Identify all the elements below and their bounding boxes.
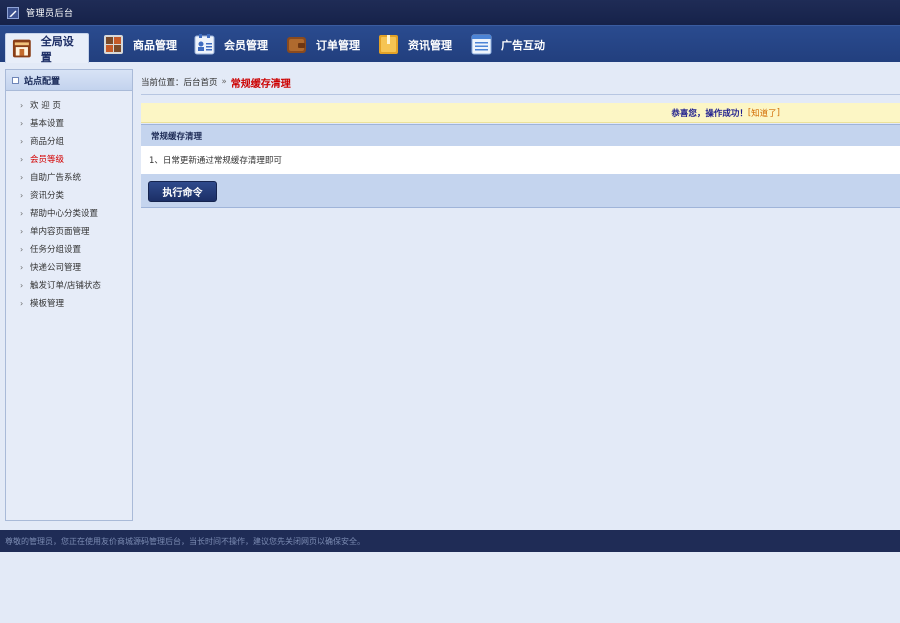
ad-list-icon xyxy=(471,34,492,55)
breadcrumb: 当前位置： 后台首页 » 常规缓存清理 xyxy=(141,74,291,90)
sidebar-item-label: 自助广告系统 xyxy=(30,173,82,183)
sidebar: 站点配置 › 欢 迎 页 › 基本设置 › 商品分组 › 会员等级 › 自助广告系统 › 资… xyxy=(5,69,133,521)
chevron-right-icon: › xyxy=(20,281,24,290)
panel-footer: 执行命令 xyxy=(141,174,900,208)
success-notice: 恭喜您，操作成功！ [ 知道了 ] xyxy=(141,103,900,123)
notice-bracket-close: ] xyxy=(776,107,780,118)
chevron-right-icon: › xyxy=(20,173,24,182)
divider xyxy=(141,94,900,95)
sidebar-item-help-categories[interactable]: › 帮助中心分类设置 xyxy=(6,205,132,223)
chevron-right-icon: › xyxy=(20,245,24,254)
sidebar-item-basic-settings[interactable]: › 基本设置 xyxy=(6,115,132,133)
sidebar-item-label: 模板管理 xyxy=(30,299,65,309)
sidebar-item-label: 会员等级 xyxy=(30,155,65,165)
product-grid-icon xyxy=(104,35,123,54)
nav-tab-order-management[interactable]: 订单管理 xyxy=(280,26,366,63)
nav-tab-label: 资讯管理 xyxy=(408,38,452,52)
chevron-right-icon: › xyxy=(20,299,24,308)
panel-title: 常规缓存清理 xyxy=(141,124,900,146)
wallet-icon xyxy=(287,37,306,53)
chevron-right-icon: › xyxy=(20,227,24,236)
sidebar-item-label: 基本设置 xyxy=(30,119,65,129)
execute-command-button[interactable]: 执行命令 xyxy=(148,181,217,202)
sidebar-header[interactable]: 站点配置 xyxy=(6,70,132,91)
sidebar-item-label: 资讯分类 xyxy=(30,191,65,201)
sidebar-item-product-groups[interactable]: › 商品分组 xyxy=(6,133,132,151)
sidebar-item-news-categories[interactable]: › 资讯分类 xyxy=(6,187,132,205)
main-nav: 全局设置 商品管理 会员管理 订单管理 资讯管理 广告互动 xyxy=(0,25,900,64)
sidebar-title: 站点配置 xyxy=(24,76,61,87)
chevron-right-icon: › xyxy=(20,209,24,218)
store-icon xyxy=(12,39,31,58)
footer-notice: 尊敬的管理员，您正在使用友价商城源码管理后台，当长时间不操作，建议您先关闭网页以… xyxy=(0,530,900,552)
sidebar-item-self-service-ads[interactable]: › 自助广告系统 xyxy=(6,169,132,187)
notice-dismiss-link[interactable]: 知道了 xyxy=(751,107,777,119)
chevron-right-icon: › xyxy=(20,155,24,164)
breadcrumb-current: 常规缓存清理 xyxy=(230,78,291,90)
sidebar-item-welcome[interactable]: › 欢 迎 页 xyxy=(6,97,132,115)
sidebar-menu: › 欢 迎 页 › 基本设置 › 商品分组 › 会员等级 › 自助广告系统 › 资讯分类 ›… xyxy=(6,91,132,313)
collapse-square-icon xyxy=(12,76,19,84)
sidebar-item-label: 帮助中心分类设置 xyxy=(30,209,99,219)
breadcrumb-prefix: 当前位置： xyxy=(141,78,184,88)
sidebar-item-label: 快递公司管理 xyxy=(30,263,82,273)
sidebar-item-label: 商品分组 xyxy=(30,137,65,147)
sidebar-item-single-pages[interactable]: › 单内容页面管理 xyxy=(6,223,132,241)
panel-description: 1、日常更新通过常规缓存清理即可 xyxy=(141,146,900,174)
nav-tab-news-management[interactable]: 资讯管理 xyxy=(372,26,458,63)
pencil-logo-icon xyxy=(7,6,19,19)
sidebar-item-member-levels[interactable]: › 会员等级 xyxy=(6,151,132,169)
notice-message: 恭喜您，操作成功！ xyxy=(671,108,748,119)
chevron-right-icon: › xyxy=(20,137,24,146)
chevron-right-icon: › xyxy=(20,263,24,272)
chevron-right-icon: › xyxy=(20,191,24,200)
nav-tab-label: 会员管理 xyxy=(224,38,268,52)
breadcrumb-separator: » xyxy=(221,77,227,87)
sidebar-item-templates[interactable]: › 模板管理 xyxy=(6,295,132,313)
nav-tab-product-management[interactable]: 商品管理 xyxy=(97,26,183,63)
nav-tab-ad-interaction[interactable]: 广告互动 xyxy=(465,26,551,63)
nav-tab-label: 订单管理 xyxy=(316,38,360,52)
title-bar: 管理员后台 xyxy=(0,0,900,25)
sidebar-item-label: 单内容页面管理 xyxy=(30,227,90,237)
sidebar-item-label: 触发订单/店铺状态 xyxy=(30,281,101,291)
sidebar-item-label: 任务分组设置 xyxy=(30,245,82,255)
news-box-icon xyxy=(379,35,398,54)
nav-tab-label: 全局设置 xyxy=(40,34,74,64)
nav-tab-label: 广告互动 xyxy=(501,38,545,52)
member-card-icon xyxy=(194,34,215,55)
breadcrumb-home-link[interactable]: 后台首页 xyxy=(184,76,218,88)
app-title: 管理员后台 xyxy=(26,9,74,19)
chevron-right-icon: › xyxy=(20,101,24,110)
sidebar-item-order-shop-status[interactable]: › 触发订单/店铺状态 xyxy=(6,277,132,295)
nav-tab-label: 商品管理 xyxy=(133,38,177,52)
sidebar-item-task-groups[interactable]: › 任务分组设置 xyxy=(6,241,132,259)
sidebar-item-courier-companies[interactable]: › 快递公司管理 xyxy=(6,259,132,277)
nav-tab-member-management[interactable]: 会员管理 xyxy=(188,26,274,63)
chevron-right-icon: › xyxy=(20,119,24,128)
sidebar-item-label: 欢 迎 页 xyxy=(30,101,61,111)
nav-tab-global-settings[interactable]: 全局设置 xyxy=(5,33,89,64)
